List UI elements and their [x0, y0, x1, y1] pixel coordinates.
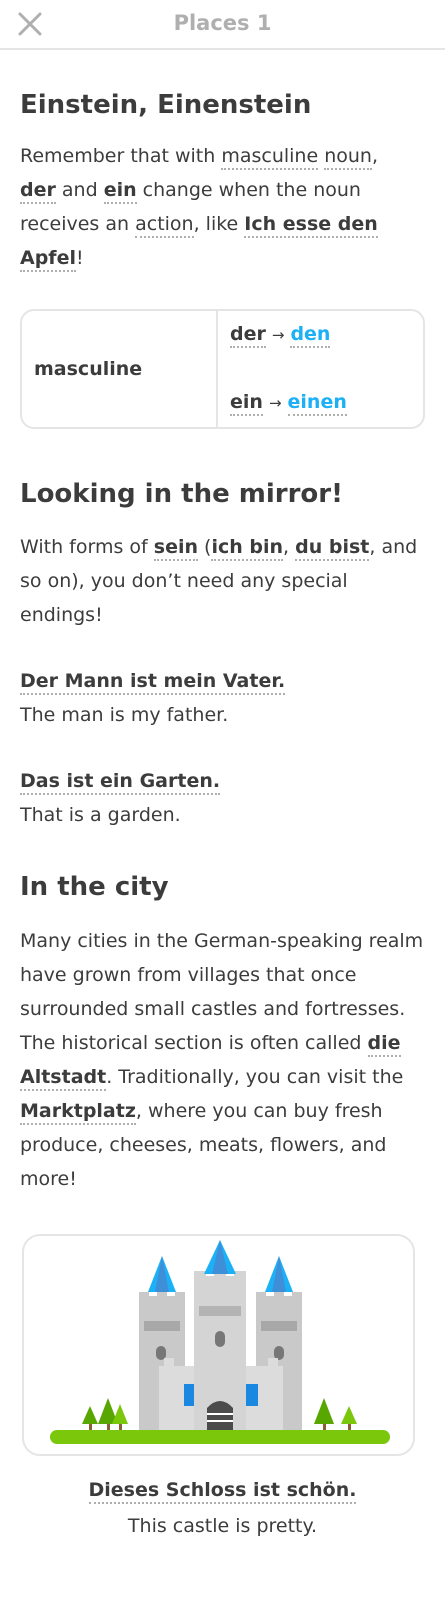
hint-word[interactable]: action	[135, 213, 194, 239]
section-paragraph: With forms of sein (ich bin, du bist, an…	[20, 536, 418, 627]
table-row: ein → einen	[230, 391, 347, 417]
hint-word[interactable]: ein	[230, 391, 263, 417]
arrow-icon: →	[271, 326, 285, 345]
hint-word[interactable]: der	[230, 323, 266, 349]
hint-word[interactable]: masculine	[221, 145, 319, 171]
illustration-card	[22, 1233, 415, 1456]
illustration-caption: Dieses Schloss ist schön. This castle is…	[20, 1472, 425, 1544]
hint-word[interactable]: Marktplatz	[20, 1099, 136, 1125]
example-sentence: Das ist ein Garten. That is a garden.	[20, 764, 425, 832]
hint-word[interactable]: den	[290, 323, 331, 349]
castle-icon	[50, 1239, 390, 1444]
section-title: In the city	[20, 872, 169, 903]
grammar-table: masculine der → den ein → einen	[20, 309, 425, 430]
hint-word[interactable]: sein	[153, 536, 199, 562]
table-label: masculine	[22, 311, 218, 428]
hint-word[interactable]: einen	[287, 391, 347, 417]
hint-phrase[interactable]: Dieses Schloss ist schön.	[88, 1478, 357, 1504]
page-title: Places 1	[173, 11, 272, 35]
hint-word[interactable]: der	[20, 179, 56, 205]
example-translation: That is a garden.	[20, 804, 181, 827]
example-translation: The man is my father.	[20, 704, 229, 727]
example-sentence: Der Mann ist mein Vater. The man is my fa…	[20, 664, 425, 732]
hint-word[interactable]: du bist	[295, 536, 370, 562]
hint-word[interactable]: noun	[324, 145, 372, 171]
section-paragraph: Many cities in the German-speaking realm…	[20, 929, 424, 1190]
table-values: der → den ein → einen	[218, 311, 423, 427]
arrow-icon: →	[268, 394, 282, 413]
hint-phrase[interactable]: Der Mann ist mein Vater.	[20, 670, 286, 696]
caption-translation: This castle is pretty.	[127, 1514, 318, 1537]
table-row: der → den	[230, 323, 331, 349]
lesson-content: Einstein, Einenstein Remember that with …	[20, 90, 425, 1544]
hint-phrase[interactable]: Das ist ein Garten.	[20, 770, 221, 796]
section-paragraph: Remember that with masculine noun, der an…	[20, 139, 425, 275]
hint-word[interactable]: ein	[103, 179, 137, 205]
section-title: Einstein, Einenstein	[20, 90, 312, 120]
top-bar: Places 1	[0, 0, 445, 50]
section-title: Looking in the mirror!	[20, 479, 343, 510]
hint-word[interactable]: ich bin	[211, 536, 284, 562]
